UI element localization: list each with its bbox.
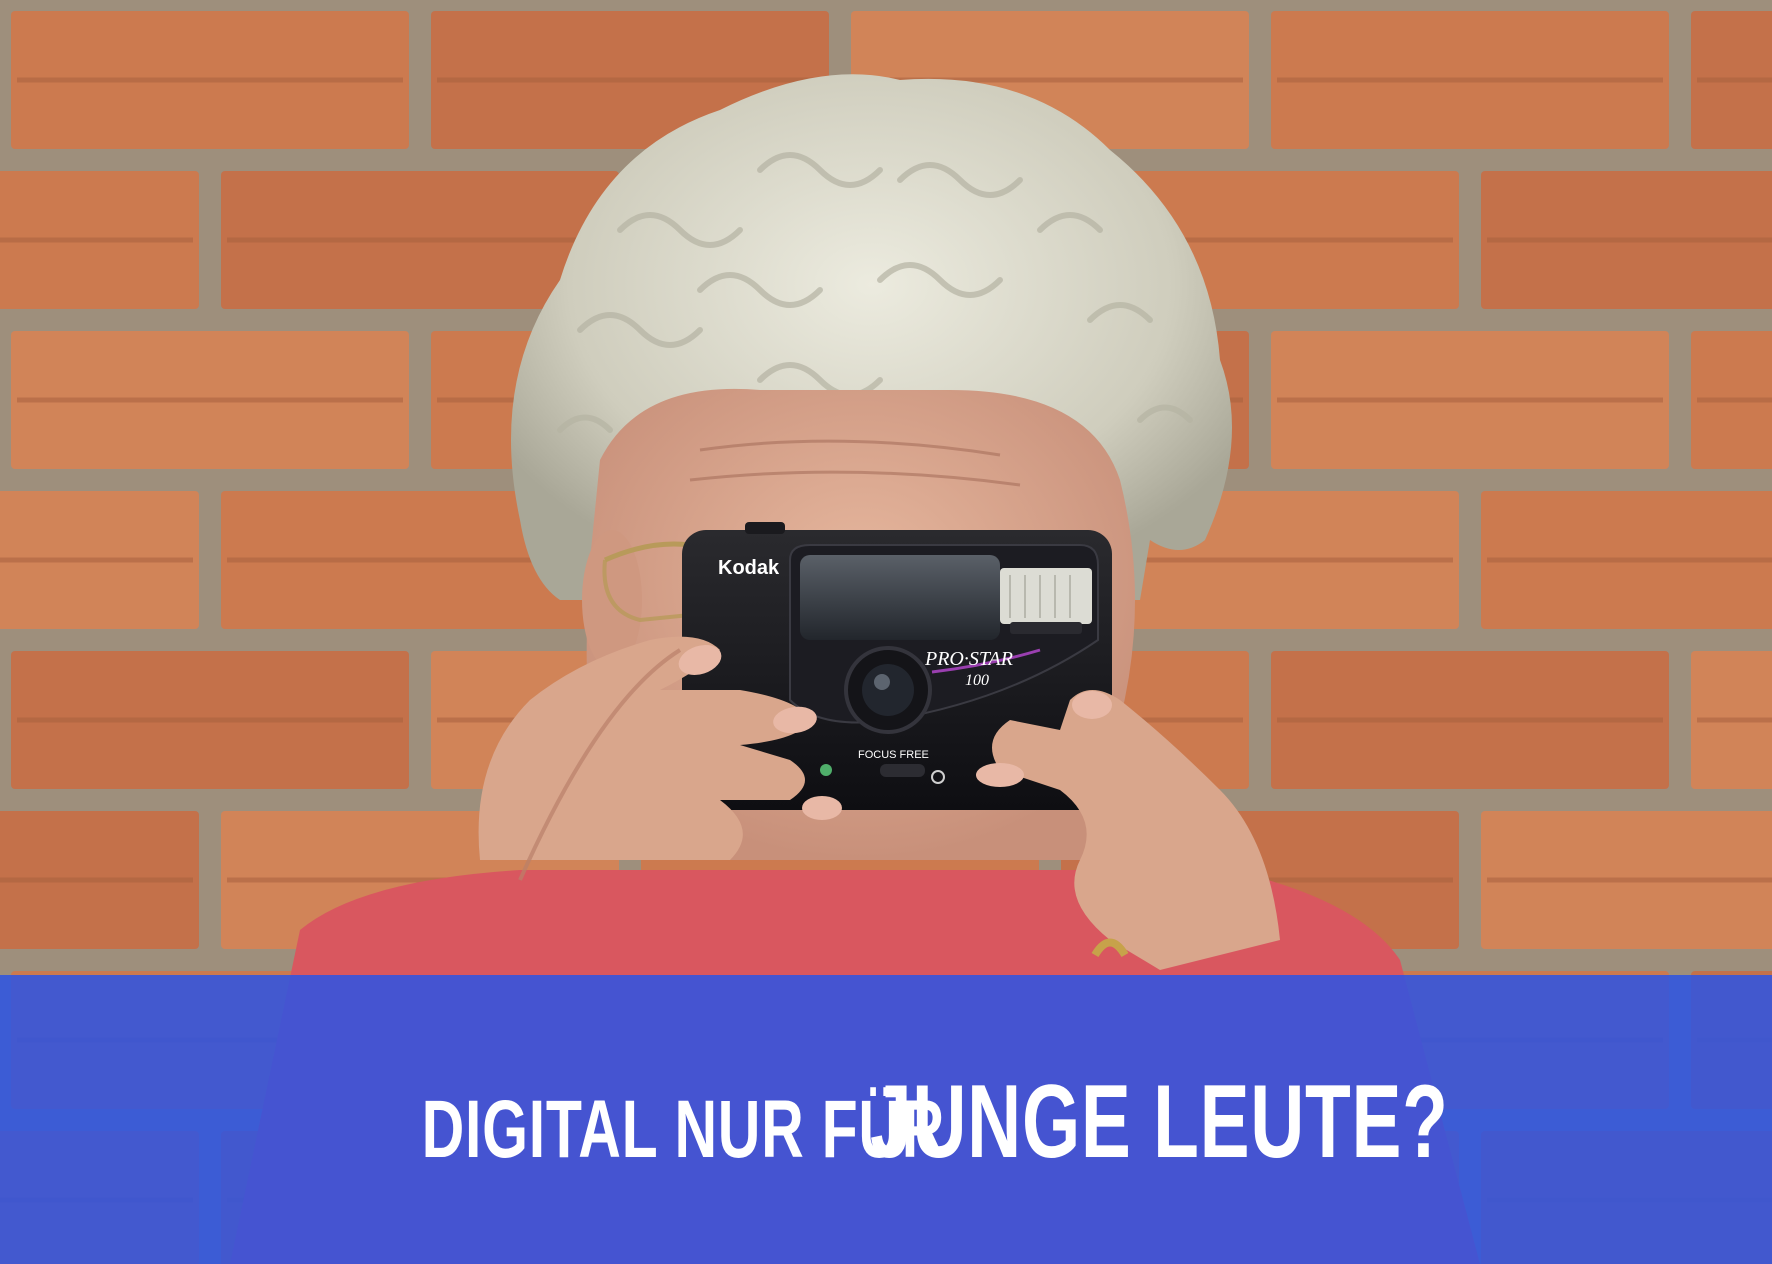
camera-model-number: 100 <box>965 672 989 689</box>
camera-focus-label: FOCUS FREE <box>858 749 929 761</box>
photo-scene: Kodak PRO·STAR 100 FOCUS FREE DIGITAL NU… <box>0 0 1772 1264</box>
headline-part-large: JUNGE LEUTE? <box>870 1064 1450 1180</box>
headline-part-small: DIGITAL NUR FÜR <box>421 1084 946 1175</box>
headline: DIGITAL NUR FÜR JUNGE LEUTE? <box>0 1070 1772 1174</box>
camera-model: PRO·STAR <box>924 648 1013 670</box>
camera-brand: Kodak <box>718 557 780 579</box>
